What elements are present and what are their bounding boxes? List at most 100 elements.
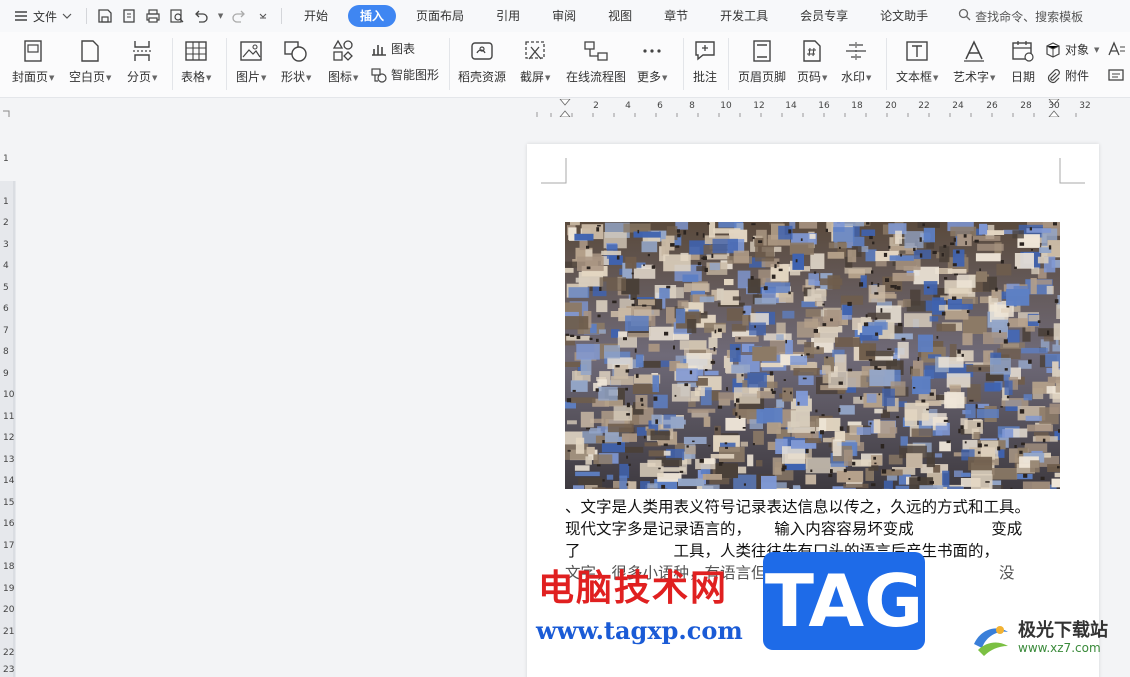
ruler-mark: 10 (720, 101, 732, 111)
undo-icon[interactable] (191, 5, 211, 27)
ruler-mark: 32 (1079, 101, 1091, 111)
more-button[interactable]: 更多▼ (637, 38, 667, 85)
margin-corner-mark (1059, 158, 1085, 184)
shape-icon (283, 38, 309, 64)
tab-home[interactable]: 开始 (288, 5, 344, 27)
divider (281, 8, 283, 24)
divider (886, 38, 887, 90)
date-button[interactable]: 日期 (1010, 38, 1036, 84)
search-icon (958, 8, 971, 24)
comment-button[interactable]: 批注 (692, 38, 718, 84)
smartart-icon (371, 67, 387, 83)
export-pdf-icon[interactable] (119, 5, 139, 27)
print-preview-icon[interactable] (167, 5, 187, 27)
divider (449, 38, 450, 90)
file-menu[interactable]: 文件 (0, 0, 80, 32)
smartart-button[interactable]: 智能图形 (371, 66, 439, 83)
tab-section[interactable]: 章节 (648, 5, 704, 27)
header-footer-icon (749, 38, 775, 64)
icon-library-label: 图标 (328, 70, 353, 84)
redo-icon[interactable] (229, 5, 249, 27)
ruler-mark: 28 (1020, 101, 1032, 111)
save-icon[interactable] (95, 5, 115, 27)
cover-page-icon (20, 38, 46, 64)
scissors-icon (522, 38, 548, 64)
resources-icon (469, 38, 495, 64)
word-art-button[interactable]: 艺术字▼ (953, 38, 995, 85)
smartart-label: 智能图形 (391, 68, 440, 82)
icon-library-button[interactable]: 图标▼ (328, 38, 358, 85)
inserted-city-photo[interactable] (565, 222, 1060, 489)
hamburger-icon (14, 10, 28, 22)
ruler-mark: 10 (3, 390, 15, 400)
object-button[interactable]: 对象 ▼ (1045, 41, 1099, 58)
tab-member[interactable]: 会员专享 (784, 5, 864, 27)
cover-page-label: 封面页 (12, 70, 49, 84)
print-icon[interactable] (143, 5, 163, 27)
date-label: 日期 (1010, 70, 1035, 84)
ruler-mark: 4 (3, 261, 9, 271)
attachment-button[interactable]: 附件 (1045, 67, 1089, 84)
watermark-icon (843, 38, 869, 64)
picture-button[interactable]: 图片▼ (236, 38, 266, 85)
icon-library-icon (330, 38, 356, 64)
command-search[interactable]: 查找命令、搜索模板 (958, 8, 1083, 25)
page-number-button[interactable]: 页码▼ (797, 38, 827, 85)
screenshot-button[interactable]: 截屏▼ (520, 38, 550, 85)
ruler-mark: 4 (625, 101, 631, 111)
picture-icon (238, 38, 264, 64)
text-style-icon[interactable] (1107, 41, 1125, 57)
table-button[interactable]: 表格▼ (181, 38, 211, 85)
undo-dropdown-icon[interactable]: ▼ (215, 5, 225, 27)
text-box-icon (904, 38, 930, 64)
flowchart-label: 在线流程图 (566, 70, 627, 84)
ruler-mark: 9 (3, 369, 9, 379)
ruler-mark: 18 (851, 101, 863, 111)
table-label: 表格 (181, 70, 206, 84)
ruler-mark: 16 (3, 519, 15, 529)
quick-access-chevron-icon[interactable] (253, 5, 273, 27)
site-watermark-url: www.tagxp.com (536, 616, 743, 645)
object-icon (1045, 41, 1061, 58)
divider (226, 38, 227, 90)
tab-references[interactable]: 引用 (480, 5, 536, 27)
ruler-mark: 26 (986, 101, 998, 111)
word-art-label: 艺术字 (953, 70, 990, 84)
site-watermark-text: 电脑技术网 (538, 568, 729, 609)
divider (86, 8, 88, 24)
blank-page-icon (77, 38, 103, 64)
shape-button[interactable]: 形状▼ (281, 38, 311, 85)
ruler-mark: 24 (952, 101, 964, 111)
tab-review[interactable]: 审阅 (536, 5, 592, 27)
ruler-mark: 12 (753, 101, 765, 111)
download-site-logo: 极光下载站 www.xz7.com (970, 620, 1108, 656)
screenshot-label: 截屏 (520, 70, 545, 84)
ruler-mark: 20 (3, 605, 15, 615)
chart-button[interactable]: 图表 (371, 40, 415, 57)
page-break-icon (129, 38, 155, 64)
horizontal-ruler[interactable]: 2 4 6 8 10 12 14 16 18 20 22 24 26 28 30… (527, 99, 1130, 117)
page-break-button[interactable]: 分页▼ (127, 38, 157, 85)
tab-insert[interactable]: 插入 (348, 5, 397, 27)
table-icon (183, 38, 209, 64)
watermark-button[interactable]: 水印▼ (841, 38, 871, 85)
blank-page-button[interactable]: 空白页▼ (69, 38, 111, 85)
object-label: 对象 (1065, 43, 1090, 57)
document-parts-icon[interactable] (1107, 68, 1125, 82)
text-box-button[interactable]: 文本框▼ (896, 38, 938, 85)
tab-developer[interactable]: 开发工具 (704, 5, 784, 27)
tab-page-layout[interactable]: 页面布局 (400, 5, 480, 27)
tab-view[interactable]: 视图 (592, 5, 648, 27)
header-footer-button[interactable]: 页眉页脚 (738, 38, 786, 84)
online-flowchart-button[interactable]: 在线流程图 (566, 38, 626, 84)
cover-page-button[interactable]: 封面页▼ (12, 38, 54, 85)
tab-thesis[interactable]: 论文助手 (864, 5, 944, 27)
menu-bar: 文件 ▼ 开始 插入 页面布局 引用 审阅 视图 章节 开发工具 会员专享 论文… (0, 0, 1130, 32)
aurora-logo-icon (974, 626, 1008, 656)
divider (172, 38, 173, 90)
vertical-ruler[interactable]: 1 1 2 3 4 5 6 7 8 9 10 11 12 13 14 15 16… (0, 99, 16, 677)
text-box-label: 文本框 (896, 70, 933, 84)
ribbon-toolbar: 封面页▼ 空白页▼ 分页▼ 表格▼ 图片▼ 形状▼ 图标▼ 图表 智能图形 稻壳… (0, 32, 1130, 98)
docer-resources-button[interactable]: 稻壳资源 (458, 38, 506, 84)
paragraph-line: 、文字是人类用表义符号记录表达信息以传之，久远的方式和工具。 (565, 498, 1031, 516)
